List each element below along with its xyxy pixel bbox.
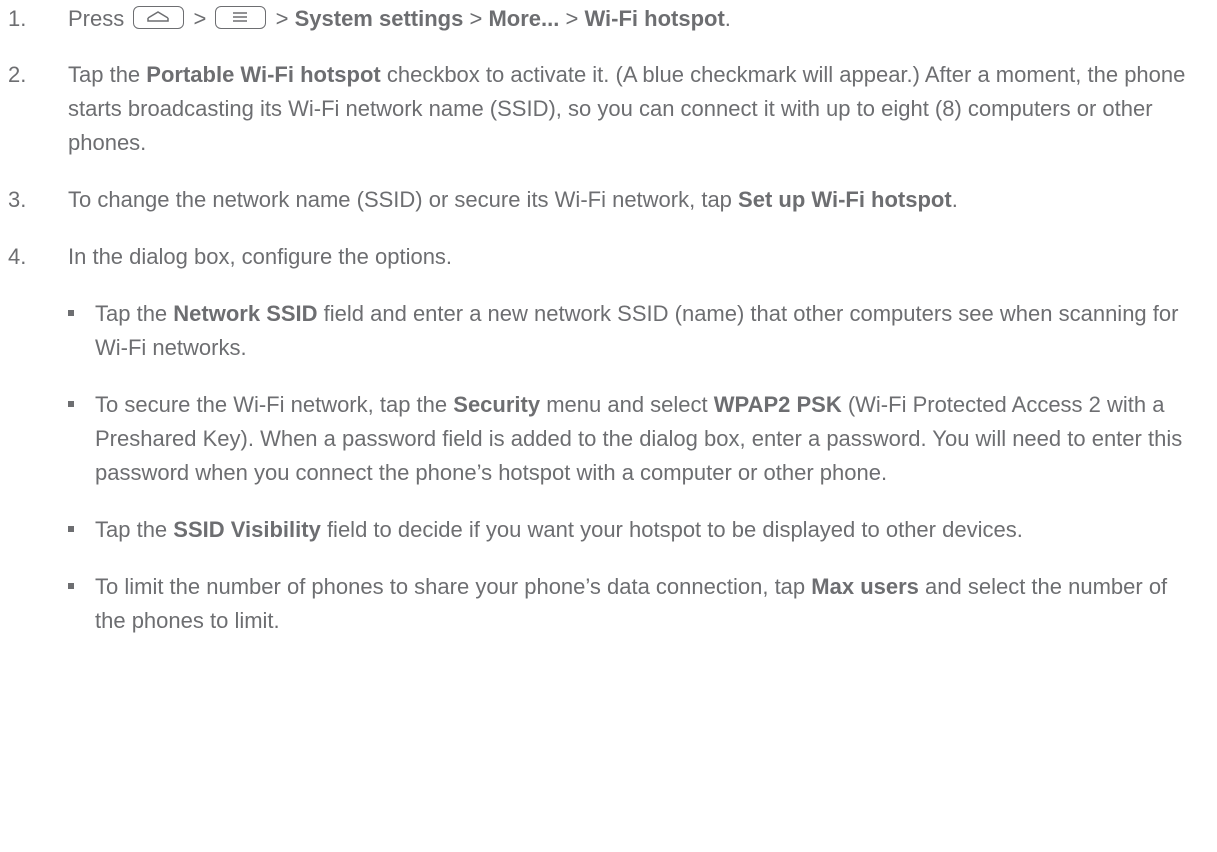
step-1: 1. Press > > System settings > More... >… — [0, 2, 1217, 36]
security-label: Security — [453, 392, 541, 417]
step-text: In the dialog box, configure the options… — [68, 244, 453, 269]
network-ssid-label: Network SSID — [173, 301, 318, 326]
step-text: To change the network name (SSID) or sec… — [68, 187, 958, 212]
step-text: Press > > System settings > More... > Wi… — [68, 6, 731, 31]
text-fragment: Tap the — [95, 301, 174, 326]
ssid-visibility-label: SSID Visibility — [173, 517, 321, 542]
separator: > — [565, 6, 579, 31]
max-users-label: Max users — [811, 574, 919, 599]
step-4: 4. In the dialog box, configure the opti… — [0, 240, 1217, 274]
set-up-wifi-hotspot-label: Set up Wi-Fi hotspot — [738, 187, 952, 212]
bullet-text: Tap the Network SSID field and enter a n… — [95, 301, 1178, 360]
press-text: Press — [68, 6, 125, 31]
wpap2-psk-label: WPAP2 PSK — [713, 392, 842, 417]
bullet-square-icon — [68, 310, 74, 316]
bullet-text: To secure the Wi-Fi network, tap the Sec… — [95, 392, 1182, 485]
separator: > — [193, 6, 207, 31]
step-2: 2. Tap the Portable Wi-Fi hotspot checkb… — [0, 58, 1217, 160]
separator: > — [275, 6, 289, 31]
text-fragment: . — [951, 187, 958, 212]
text-fragment: To limit the number of phones to share y… — [95, 574, 812, 599]
portable-wifi-hotspot-label: Portable Wi-Fi hotspot — [146, 62, 381, 87]
text-fragment: Tap the — [68, 62, 147, 87]
system-settings-label: System settings — [294, 6, 464, 31]
step-number: 2. — [8, 62, 27, 87]
bullet-item: To limit the number of phones to share y… — [0, 570, 1217, 638]
step-3: 3. To change the network name (SSID) or … — [0, 183, 1217, 217]
text-fragment: To change the network name (SSID) or sec… — [68, 187, 739, 212]
home-key-icon — [133, 6, 185, 29]
bullet-text: To limit the number of phones to share y… — [95, 574, 1167, 633]
bullet-text: Tap the SSID Visibility field to decide … — [95, 517, 1023, 542]
document-body: 1. Press > > System settings > More... >… — [0, 0, 1217, 638]
text-fragment: To secure the Wi-Fi network, tap the — [95, 392, 454, 417]
separator: > — [469, 6, 483, 31]
bullet-item: Tap the Network SSID field and enter a n… — [0, 297, 1217, 365]
bullet-square-icon — [68, 526, 74, 532]
more-label: More... — [488, 6, 560, 31]
menu-key-icon — [215, 6, 267, 29]
step-number: 4. — [8, 244, 27, 269]
step-number: 1. — [8, 6, 27, 31]
bullet-square-icon — [68, 583, 74, 589]
step-number: 3. — [8, 187, 27, 212]
text-fragment: field to decide if you want your hotspot… — [320, 517, 1023, 542]
bullet-item: Tap the SSID Visibility field to decide … — [0, 513, 1217, 547]
wifi-hotspot-label: Wi-Fi hotspot — [584, 6, 725, 31]
step-text: Tap the Portable Wi-Fi hotspot checkbox … — [68, 62, 1185, 155]
text-fragment: Tap the — [95, 517, 174, 542]
bullet-square-icon — [68, 401, 74, 407]
period: . — [724, 6, 731, 31]
text-fragment: menu and select — [540, 392, 714, 417]
bullet-item: To secure the Wi-Fi network, tap the Sec… — [0, 388, 1217, 490]
